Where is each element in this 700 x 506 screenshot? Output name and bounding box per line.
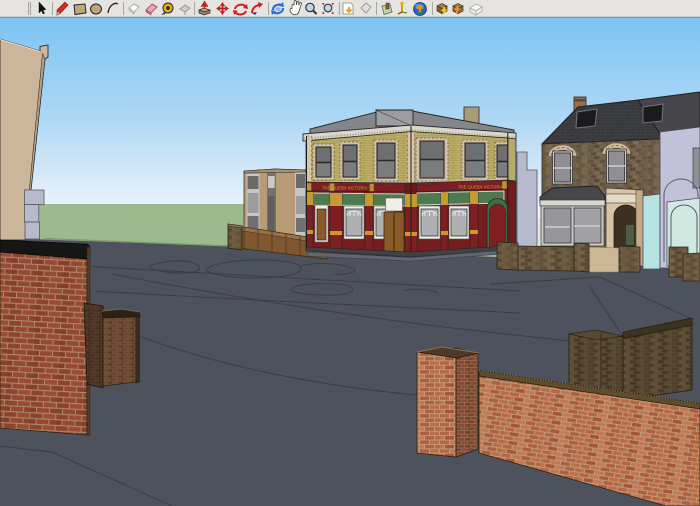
svg-text:THE QUEEN VICTORIA: THE QUEEN VICTORIA [322, 186, 368, 191]
svg-text:THE QUEEN VICTORIA: THE QUEEN VICTORIA [458, 185, 504, 190]
